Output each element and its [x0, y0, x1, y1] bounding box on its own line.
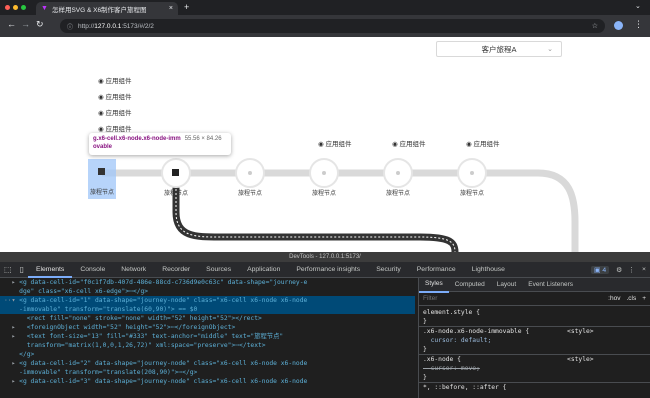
dom-line-selected[interactable]: ··▾ <g data-cell-id="1" data-shape="jour…	[0, 296, 415, 305]
style-line: }	[419, 345, 650, 355]
device-toolbar-icon[interactable]: ▯	[16, 265, 28, 274]
style-line[interactable]: cursor: default;	[419, 336, 650, 345]
site-info-icon: ⓘ	[67, 24, 74, 31]
first-node-icon	[98, 168, 105, 175]
journey-node-label[interactable]: 旅程节点	[294, 188, 354, 197]
close-window-button[interactable]	[5, 5, 10, 10]
tab-console[interactable]: Console	[72, 262, 113, 278]
tab-lighthouse[interactable]: Lighthouse	[464, 262, 513, 278]
more-options-icon[interactable]: ⋮	[625, 266, 638, 274]
vite-favicon-icon: ▼	[41, 5, 48, 12]
devtools-title: DevTools - 127.0.0.1:5173/	[0, 252, 650, 262]
issues-badge[interactable]: ▣ 4	[591, 265, 610, 274]
node-dot	[470, 171, 474, 175]
inspect-tooltip-selector: g.x6-cell.x6-node.x6-node-imm	[93, 136, 181, 142]
node-component[interactable]: ◉ 应用组件	[318, 138, 351, 148]
dom-line[interactable]: ▸ <g data-cell-id="f0c1f7db-407d-486e-88…	[0, 278, 415, 287]
styles-tabbar: Styles Computed Layout Event Listeners	[419, 278, 650, 293]
back-icon[interactable]: ←	[7, 19, 16, 29]
node-component[interactable]: ◉ 应用组件	[466, 138, 499, 148]
style-line-overridden[interactable]: cursor: move;	[419, 364, 650, 373]
dom-line[interactable]: ▸ <foreignObject width="52" height="52">…	[0, 323, 415, 332]
cls-toggle[interactable]: .cls	[626, 295, 636, 302]
settings-gear-icon[interactable]: ⚙	[613, 266, 625, 274]
style-line: .x6-node { <style>	[423, 356, 594, 363]
tab-computed[interactable]: Computed	[449, 278, 491, 292]
devtools-tabbar: ⬚ ▯ Elements Console Network Recorder So…	[0, 262, 650, 278]
new-rule-icon[interactable]: +	[642, 295, 646, 302]
inspect-element-icon[interactable]: ⬚	[0, 265, 16, 274]
styles-filter-input[interactable]	[423, 295, 603, 302]
dom-line[interactable]: ▸ <g data-cell-id="3" data-shape="journe…	[0, 377, 415, 386]
tab-network[interactable]: Network	[113, 262, 154, 278]
tab-recorder[interactable]: Recorder	[154, 262, 198, 278]
journey-node-label[interactable]: 旅程节点	[220, 188, 280, 197]
inspect-tooltip-selector-rest: ovable	[93, 144, 113, 150]
dom-line[interactable]: transform="matrix(1,0,0,1,26,72)" xml:sp…	[0, 341, 415, 350]
reload-icon[interactable]: ↻	[36, 19, 44, 30]
inspect-tooltip-size: 55.56 × 84.26	[184, 136, 222, 142]
browser-toolbar: ← → ↻ ⓘ http://127.0.0.1:5173/#/2/2 ☆ ⋮	[0, 15, 650, 37]
browser-tab-bar: ▼ 怎样用SVG & X6制作客户旅程图 × + ⌄	[0, 0, 650, 15]
tab-performance[interactable]: Performance	[409, 262, 464, 278]
stacked-component[interactable]: ◉ 应用组件	[98, 107, 131, 117]
stacked-component[interactable]: ◉ 应用组件	[98, 91, 131, 101]
style-line: }	[419, 373, 650, 383]
tab-application[interactable]: Application	[239, 262, 288, 278]
styles-filter-row: :hov .cls +	[419, 292, 650, 306]
address-bar[interactable]: ⓘ http://127.0.0.1:5173/#/2/2 ☆	[60, 19, 605, 33]
tab-layout[interactable]: Layout	[491, 278, 523, 292]
dom-line[interactable]: dge" class="x6-cell x6-edge">⋯</g>	[0, 287, 415, 296]
journey-node-label[interactable]: 旅程节点	[72, 187, 132, 196]
tab-security[interactable]: Security	[368, 262, 409, 278]
style-line: }	[419, 317, 650, 327]
node-dot	[248, 171, 252, 175]
tab-sources[interactable]: Sources	[198, 262, 239, 278]
tab-elements[interactable]: Elements	[27, 262, 73, 278]
dom-line-selected[interactable]: -immovable" transform="translate(60,90)"…	[0, 305, 415, 314]
tab-title: 怎样用SVG & X6制作客户旅程图	[51, 6, 147, 14]
new-tab-icon[interactable]: +	[184, 2, 189, 12]
close-tab-icon[interactable]: ×	[169, 5, 173, 12]
dom-line[interactable]: ▸ <g data-cell-id="2" data-shape="journe…	[0, 359, 415, 368]
dom-line[interactable]: <rect fill="none" stroke="none" width="5…	[0, 314, 415, 323]
dom-line[interactable]: </g>	[0, 350, 415, 359]
window-controls	[5, 5, 26, 10]
dom-line[interactable]: -immovable" transform="translate(208,90)…	[0, 368, 415, 377]
node-dot	[396, 171, 400, 175]
hov-toggle[interactable]: :hov	[608, 295, 620, 302]
elements-tree[interactable]: ▸ <g data-cell-id="f0c1f7db-407d-486e-88…	[0, 278, 415, 398]
dom-line[interactable]: ▸ <text font-size="13" fill="#333" text-…	[0, 332, 415, 341]
second-node-icon	[172, 169, 179, 176]
node-dot	[322, 171, 326, 175]
tab-styles[interactable]: Styles	[419, 278, 449, 293]
tab-search-icon[interactable]: ⌄	[635, 2, 641, 10]
page-viewport: 客户旅程A ⌄ ◉ 应用组件 ◉ 应用组件 ◉ 应用组件 ◉ 应用组件 ◉ 应用…	[0, 37, 650, 252]
close-devtools-icon[interactable]: ×	[638, 266, 650, 273]
maximize-window-button[interactable]	[21, 5, 26, 10]
stacked-component[interactable]: ◉ 应用组件	[98, 75, 131, 85]
style-line: *, ::before, ::after {	[423, 384, 507, 391]
minimize-window-button[interactable]	[13, 5, 18, 10]
styles-pane: Styles Computed Layout Event Listeners :…	[418, 278, 650, 398]
journey-node-label[interactable]: 旅程节点	[368, 188, 428, 197]
style-line: .x6-node.x6-node-immovable { <style>	[423, 328, 594, 335]
journey-node-label[interactable]: 旅程节点	[442, 188, 502, 197]
menu-icon[interactable]: ⋮	[634, 19, 643, 30]
extension-icon[interactable]	[614, 21, 623, 30]
style-line: element.style {	[423, 309, 480, 316]
browser-tab[interactable]: ▼ 怎样用SVG & X6制作客户旅程图 ×	[36, 2, 178, 15]
node-component[interactable]: ◉ 应用组件	[392, 138, 425, 148]
tab-event-listeners[interactable]: Event Listeners	[522, 278, 579, 292]
url-text: http://127.0.0.1:5173/#/2/2	[78, 22, 154, 30]
stacked-component[interactable]: ◉ 应用组件	[98, 123, 131, 133]
tab-performance-insights[interactable]: Performance insights	[288, 262, 368, 278]
forward-icon[interactable]: →	[21, 19, 30, 29]
bookmark-star-icon[interactable]: ☆	[592, 22, 598, 30]
inspect-tooltip: g.x6-cell.x6-node.x6-node-imm 55.56 × 84.…	[89, 133, 231, 155]
journey-node-label[interactable]: 旅程节点	[146, 188, 206, 197]
